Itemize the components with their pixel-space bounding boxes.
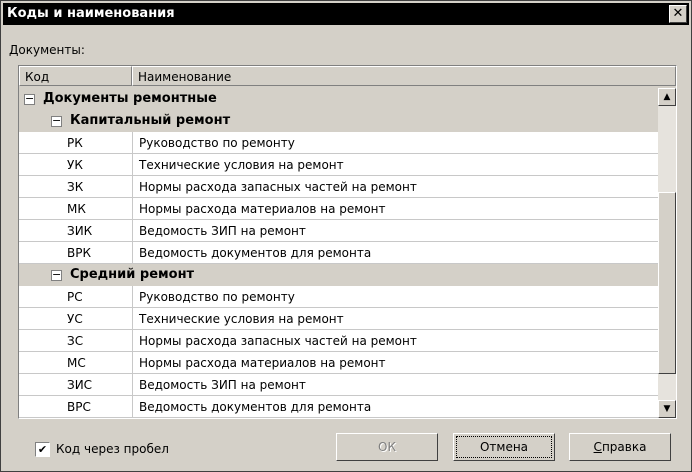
name-cell: Технические условия на ремонт — [132, 154, 659, 175]
scrollbar-thumb[interactable] — [658, 192, 676, 374]
name-cell: Ведомость документов для ремонта — [132, 396, 659, 417]
cancel-button[interactable]: Отмена — [453, 433, 555, 461]
table-row[interactable]: ЗИС Ведомость ЗИП на ремонт — [19, 374, 658, 396]
table-header: Код Наименование — [19, 66, 676, 88]
codes-dialog: Коды и наименования ✕ Документы: Код Наи… — [0, 0, 692, 472]
code-cell: ВРС — [67, 400, 91, 414]
title-bar[interactable]: Коды и наименования ✕ — [3, 3, 689, 25]
code-cell: РК — [67, 136, 83, 150]
name-cell: Руководство по ремонту — [132, 286, 659, 307]
help-button-mnemonic: С — [593, 440, 602, 454]
column-header-name[interactable]: Наименование — [132, 66, 676, 86]
table-row[interactable]: РК Руководство по ремонту — [19, 132, 658, 154]
table-row[interactable]: РС Руководство по ремонту — [19, 286, 658, 308]
table-row[interactable]: ЗК Нормы расхода запасных частей на ремон… — [19, 176, 658, 198]
code-cell: РС — [67, 290, 83, 304]
ok-button[interactable]: ОК — [336, 433, 438, 461]
name-cell: Ведомость документов для ремонта — [132, 242, 659, 263]
table-row[interactable]: УС Технические условия на ремонт — [19, 308, 658, 330]
name-cell: Нормы расхода запасных частей на ремонт — [132, 176, 659, 197]
code-cell: МС — [67, 356, 86, 370]
table-row[interactable]: ЗИК Ведомость ЗИП на ремонт — [19, 220, 658, 242]
help-button-label: правка — [601, 440, 647, 454]
code-cell: ЗК — [67, 180, 84, 194]
table-row[interactable]: ЗС Нормы расхода запасных частей на ремон… — [19, 330, 658, 352]
space-separated-code-checkbox[interactable]: ✔ — [35, 442, 50, 457]
group-row[interactable]: − Капитальный ремонт — [19, 110, 658, 132]
group-label: Документы ремонтные — [43, 91, 217, 106]
table-row[interactable]: ВРК Ведомость документов для ремонта — [19, 242, 658, 264]
code-cell: МК — [67, 202, 86, 216]
collapse-icon[interactable]: − — [24, 93, 35, 105]
documents-table[interactable]: Код Наименование − Документы ремонтные − Ка… — [18, 65, 677, 419]
code-cell: ЗС — [67, 334, 84, 348]
scroll-down-icon[interactable]: ▼ — [658, 400, 676, 418]
group-label: Капитальный ремонт — [70, 113, 231, 128]
help-button[interactable]: Справка — [569, 433, 671, 461]
name-cell: Нормы расхода материалов на ремонт — [132, 198, 659, 219]
name-cell: Нормы расхода материалов на ремонт — [132, 352, 659, 373]
name-cell: Ведомость ЗИП на ремонт — [132, 220, 659, 241]
collapse-icon[interactable]: − — [51, 115, 62, 127]
code-cell: УК — [67, 158, 83, 172]
table-row[interactable]: ВРС Ведомость документов для ремонта — [19, 396, 658, 418]
table-body: − Документы ремонтные − Капитальный ремонт Р… — [19, 88, 658, 418]
table-row[interactable]: УК Технические условия на ремонт — [19, 154, 658, 176]
window-title: Коды и наименования — [7, 6, 175, 21]
scroll-up-icon[interactable]: ▲ — [658, 88, 676, 106]
code-cell: УС — [67, 312, 83, 326]
close-icon[interactable]: ✕ — [669, 5, 687, 23]
group-row[interactable]: − Средний ремонт — [19, 264, 658, 286]
code-cell: ЗИС — [67, 378, 93, 392]
code-cell: ВРК — [67, 246, 91, 260]
name-cell: Технические условия на ремонт — [132, 308, 659, 329]
name-cell: Нормы расхода запасных частей на ремонт — [132, 330, 659, 351]
table-row[interactable]: МС Нормы расхода материалов на ремонт — [19, 352, 658, 374]
space-separated-code-label[interactable]: Код через пробел — [56, 442, 169, 456]
collapse-icon[interactable]: − — [51, 269, 62, 281]
group-label: Средний ремонт — [70, 267, 195, 282]
table-row[interactable]: МК Нормы расхода материалов на ремонт — [19, 198, 658, 220]
vertical-scrollbar[interactable]: ▲ ▼ — [658, 88, 676, 418]
code-cell: ЗИК — [67, 224, 93, 238]
documents-label: Документы: — [9, 43, 85, 57]
group-row[interactable]: − Документы ремонтные — [19, 88, 658, 110]
column-header-code[interactable]: Код — [19, 66, 132, 86]
name-cell: Ведомость ЗИП на ремонт — [132, 374, 659, 395]
name-cell: Руководство по ремонту — [132, 132, 659, 153]
